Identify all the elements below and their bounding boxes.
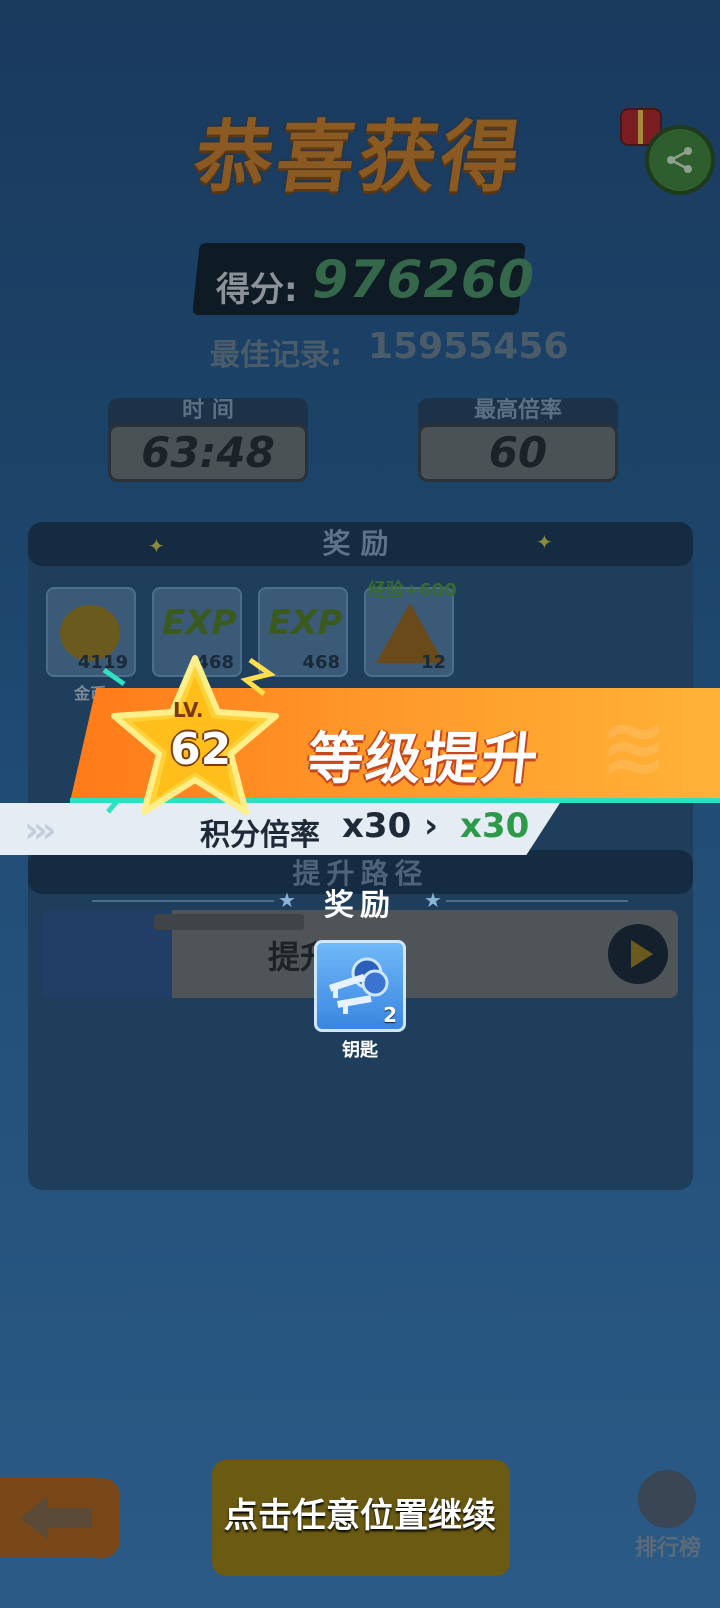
time-stat-value: 63:48: [108, 424, 308, 482]
max-multiplier-stat: 最高倍率 60: [418, 398, 618, 484]
levelup-title: 等级提升: [304, 727, 543, 792]
reward-count: 12: [420, 652, 446, 673]
time-stat: 时 间 63:48: [108, 398, 308, 484]
tap-to-continue[interactable]: 点击任意位置继续: [0, 1488, 720, 1537]
exp-bonus-badge: 经验+600: [368, 580, 457, 601]
best-record-label: 最佳记录:: [210, 338, 342, 373]
popup-reward-title: 奖励: [324, 888, 396, 923]
level-value: 62: [170, 724, 232, 775]
banner-watermark: ≋: [600, 700, 668, 793]
level-label: LV.: [173, 698, 204, 722]
sparkle-icon: ✦: [536, 530, 553, 554]
key-caption: 钥匙: [342, 1040, 378, 1061]
score-label: 得分:: [216, 270, 298, 310]
reward-card-keys[interactable]: 2: [314, 940, 406, 1032]
result-title: 恭喜获得: [188, 113, 530, 203]
share-button[interactable]: [645, 125, 715, 195]
best-record-value: 15955456: [368, 326, 569, 367]
key-count: 2: [383, 1003, 397, 1027]
multiplier-new: x30: [460, 806, 530, 846]
arrow-right-icon: ›: [424, 806, 439, 846]
chevrons-icon: ›››: [24, 810, 56, 851]
multiplier-old: x30: [342, 806, 412, 846]
leaderboard-label: 排行榜: [634, 1536, 701, 1561]
max-multiplier-value: 60: [418, 424, 618, 482]
play-arrow-icon[interactable]: [608, 924, 668, 984]
reward-count: 468: [302, 652, 340, 673]
score-value: 976260: [312, 250, 536, 310]
exp-icon: EXP: [268, 603, 343, 643]
rewards-panel-title: 奖励: [28, 522, 693, 566]
share-icon: [667, 147, 692, 173]
exp-icon: EXP: [162, 603, 237, 643]
leaderboard-icon: [638, 1470, 696, 1528]
sparkle-icon: ✦: [148, 534, 165, 558]
leaderboard-button[interactable]: 排行榜: [628, 1470, 708, 1566]
